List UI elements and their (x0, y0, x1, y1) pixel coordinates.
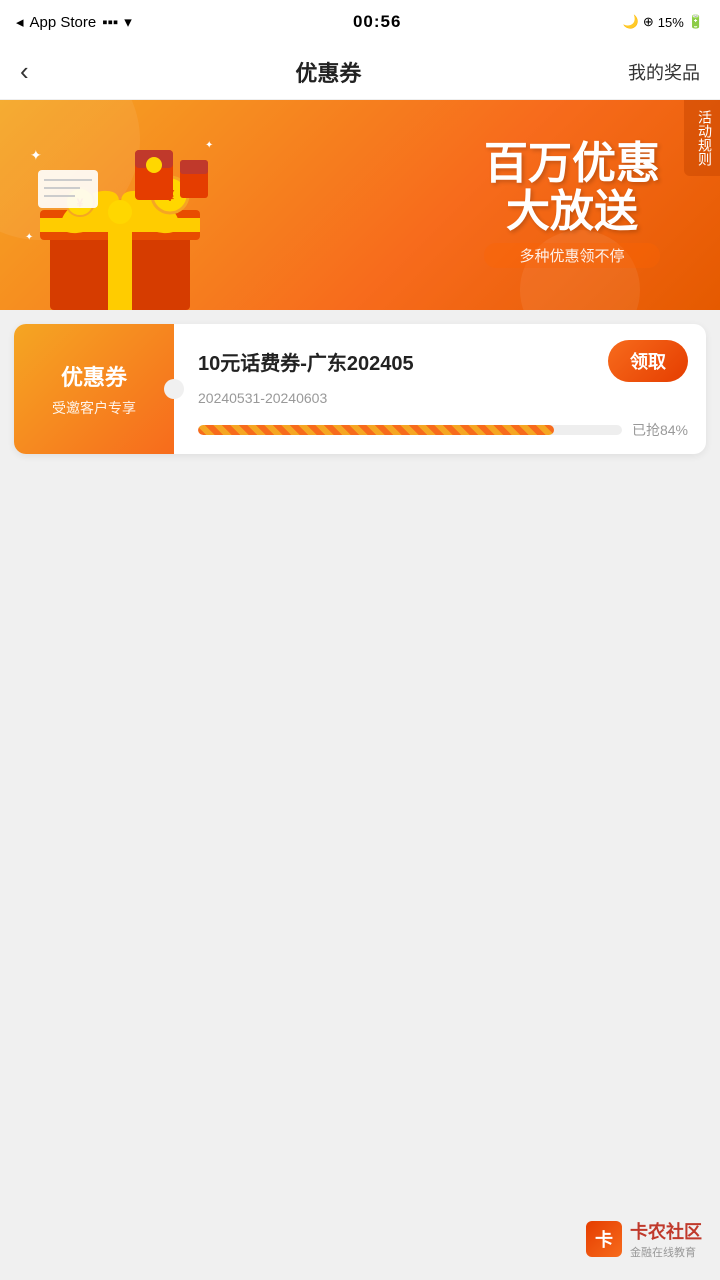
back-button[interactable]: ‹ (20, 56, 29, 87)
coupon-list: 优惠券 受邀客户专享 10元话费券-广东202405 领取 20240531-2… (0, 310, 720, 468)
nav-bar: ‹ 优惠券 我的奖品 (0, 44, 720, 100)
svg-text:✦: ✦ (30, 147, 42, 163)
signal-icon: ▪▪▪ (102, 14, 118, 31)
page-title: 优惠券 (295, 56, 361, 88)
coupon-progress-bar-fill (198, 425, 554, 435)
lock-icon: ⊕ (643, 14, 654, 30)
coupon-date: 20240531-20240603 (198, 390, 688, 406)
gift-illustration: ¥ ¥ ✦ ✦ ✦ (20, 130, 220, 310)
status-time: 00:56 (353, 12, 401, 32)
my-prizes-button[interactable]: 我的奖品 (628, 59, 700, 85)
watermark: 卡 卡农社区 金融在线教育 (586, 1218, 702, 1260)
coupon-audience-label: 受邀客户专享 (52, 398, 136, 418)
coupon-name: 10元话费券-广东202405 (198, 347, 414, 376)
status-left: ◂ App Store ▪▪▪ ▾ (16, 13, 132, 31)
banner-sub-title: 多种优惠领不停 (484, 243, 660, 268)
coupon-card: 优惠券 受邀客户专享 10元话费券-广东202405 领取 20240531-2… (14, 324, 706, 454)
status-bar: ◂ App Store ▪▪▪ ▾ 00:56 🌙 ⊕ 15% 🔋 (0, 0, 720, 44)
watermark-text: 卡农社区 金融在线教育 (630, 1218, 702, 1260)
banner-title-area: 百万优惠 大放送 多种优惠领不停 (484, 140, 660, 268)
coupon-type-label: 优惠券 (61, 360, 127, 392)
watermark-main-text: 卡农社区 (630, 1218, 702, 1244)
coupon-label-area: 优惠券 受邀客户专享 (14, 324, 174, 454)
rules-tab[interactable]: 活动规则 (684, 100, 720, 176)
coupon-progress-label: 已抢84% (632, 420, 688, 440)
moon-icon: 🌙 (623, 14, 639, 30)
svg-text:✦: ✦ (25, 232, 33, 243)
coupon-progress-row: 已抢84% (198, 420, 688, 440)
coupon-progress-bar-bg (198, 425, 622, 435)
wifi-icon: ▾ (124, 13, 132, 31)
battery-icon: 🔋 (688, 14, 704, 30)
status-right: 🌙 ⊕ 15% 🔋 (623, 14, 704, 30)
banner-main-title: 百万优惠 大放送 (484, 140, 660, 237)
claim-button[interactable]: 领取 (608, 340, 688, 382)
promo-banner: ¥ ¥ ✦ ✦ ✦ 百万优惠 大放送 多种优惠领不停 活动规则 (0, 100, 720, 310)
back-arrow-status: ◂ (16, 13, 24, 31)
coupon-detail-area: 10元话费券-广东202405 领取 20240531-20240603 已抢8… (174, 324, 706, 454)
coupon-top-row: 10元话费券-广东202405 领取 (198, 340, 688, 382)
watermark-icon: 卡 (586, 1221, 622, 1257)
watermark-sub-text: 金融在线教育 (630, 1244, 702, 1260)
battery-label: 15% (658, 15, 684, 30)
svg-text:✦: ✦ (205, 140, 213, 151)
carrier-label: App Store (30, 14, 97, 31)
